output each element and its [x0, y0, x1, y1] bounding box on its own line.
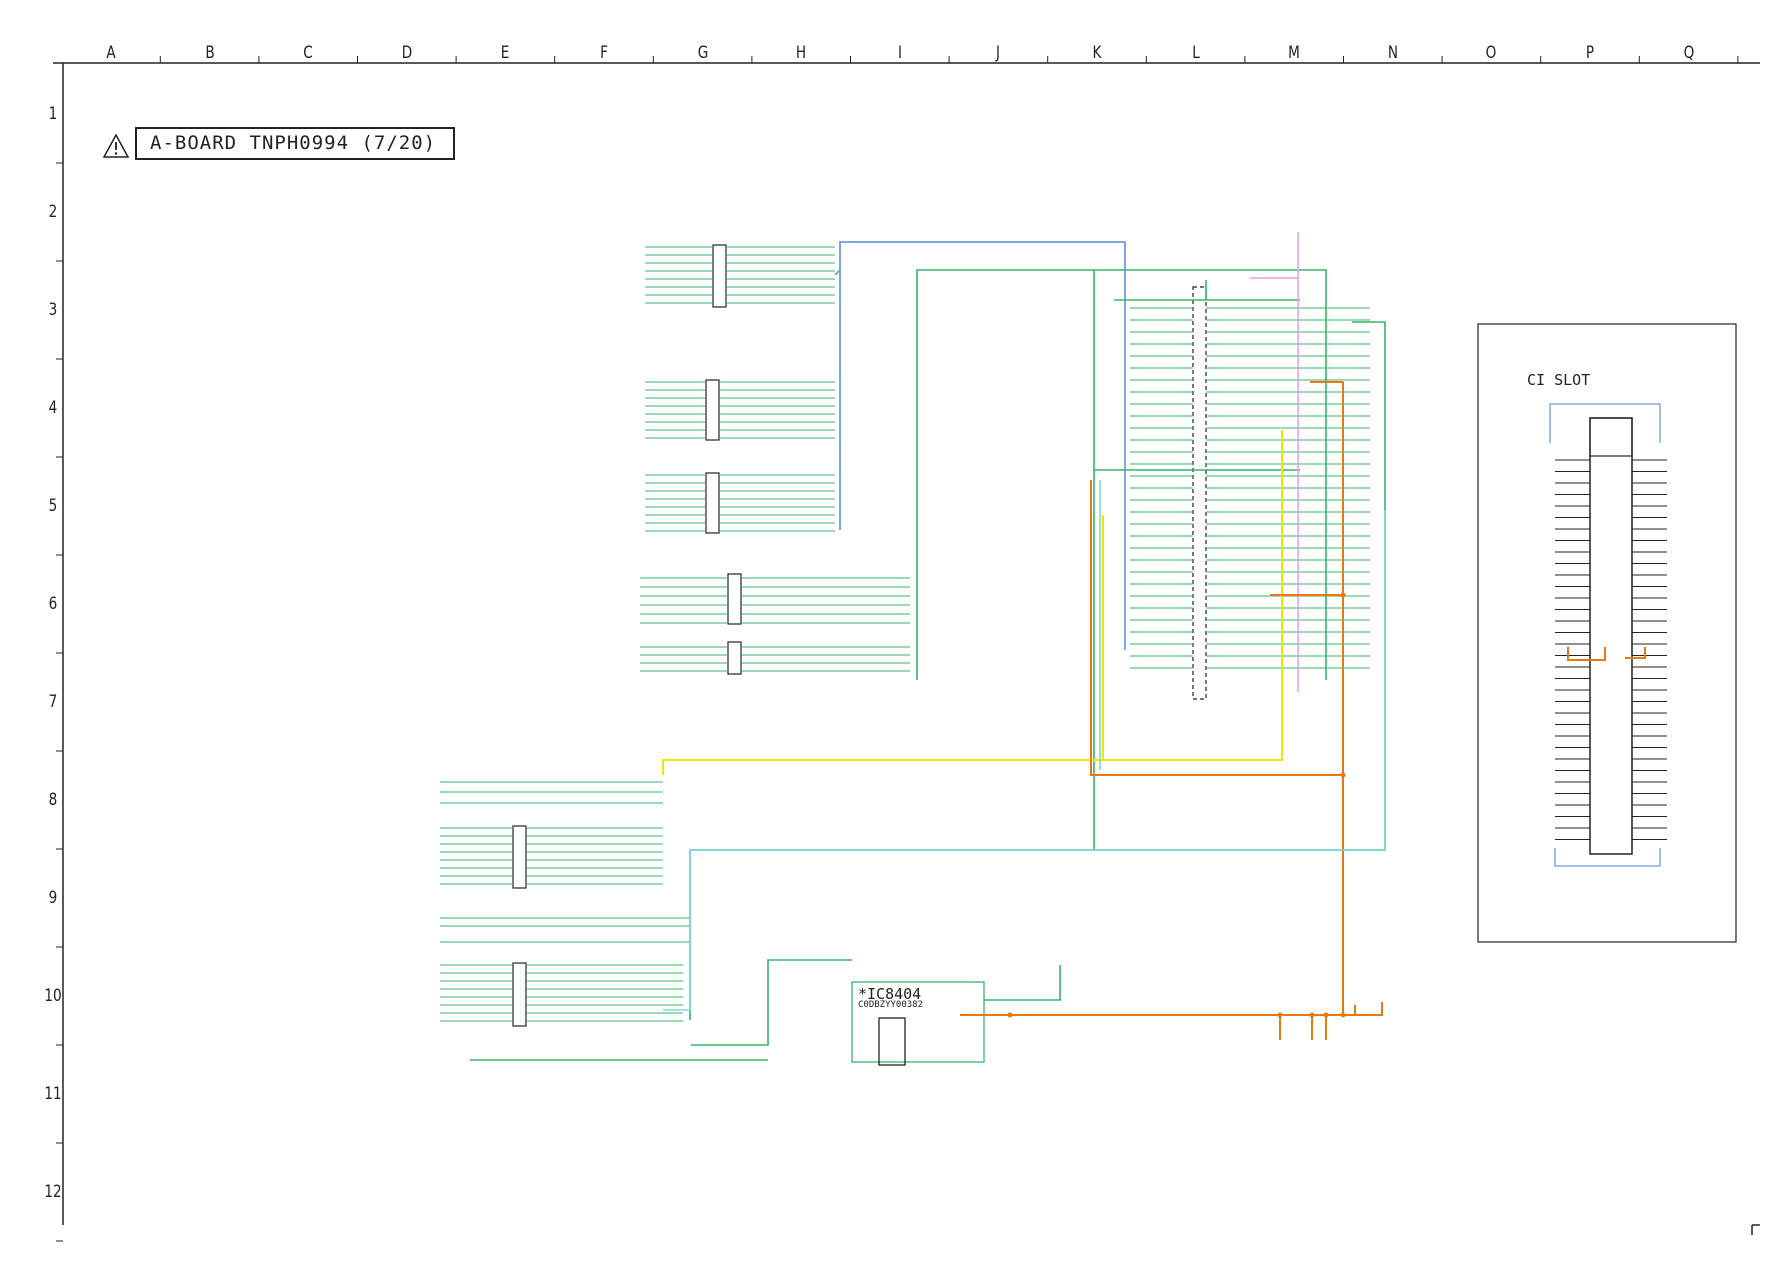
row-label: 10 [44, 986, 62, 1006]
net-yellow [662, 430, 1283, 775]
column-label: C [303, 43, 313, 63]
ci-slot-label: CI SLOT [1527, 371, 1591, 389]
row-label: 6 [48, 594, 58, 614]
column-label: H [796, 43, 807, 63]
sheet-title: A-BOARD TNPH0994 (7/20) [150, 132, 437, 154]
column-label: O [1486, 43, 1497, 63]
column-label: G [697, 43, 708, 63]
row-label: 4 [48, 398, 58, 418]
column-label: E [501, 43, 510, 63]
column-label: L [1191, 43, 1200, 63]
ci-slot-frame-blue-bottom [1554, 848, 1661, 867]
ci-slot-box [1477, 323, 1737, 943]
row-label: 8 [48, 790, 58, 810]
sheet-frame [53, 62, 1760, 1235]
row-label: 11 [44, 1084, 62, 1104]
column-label: F [600, 43, 608, 63]
row-label: 3 [48, 300, 58, 320]
net-blue [839, 241, 1126, 650]
column-label: P [1585, 43, 1595, 63]
ci-connector-body [1589, 417, 1633, 855]
schematic-sheet [53, 56, 1760, 1242]
ci-connector-pins [1555, 459, 1667, 840]
ic8404-part-number: C0DBZYY00382 [858, 1000, 924, 1010]
signal-traces [440, 246, 1370, 1022]
column-label: M [1288, 43, 1301, 63]
column-label: I [897, 43, 902, 63]
ci-connector-top [1589, 417, 1633, 457]
column-label: J [996, 43, 1001, 63]
warning-triangle-icon [103, 134, 129, 158]
row-label: 2 [48, 202, 58, 222]
column-ticks [159, 56, 1739, 63]
row-label: 1 [48, 104, 58, 124]
row-label: 7 [48, 692, 58, 712]
ic8404-body [878, 1017, 906, 1066]
net-orange [960, 381, 1646, 1040]
ci-slot-frame-blue [1549, 403, 1661, 443]
column-label: N [1387, 43, 1398, 63]
row-label: 12 [44, 1182, 62, 1202]
column-label: Q [1683, 43, 1694, 63]
column-label: A [106, 43, 116, 63]
column-label: K [1092, 43, 1102, 63]
column-label: B [204, 43, 215, 63]
row-label: 9 [48, 888, 58, 908]
row-label: 5 [48, 496, 58, 516]
column-label: D [401, 43, 413, 63]
